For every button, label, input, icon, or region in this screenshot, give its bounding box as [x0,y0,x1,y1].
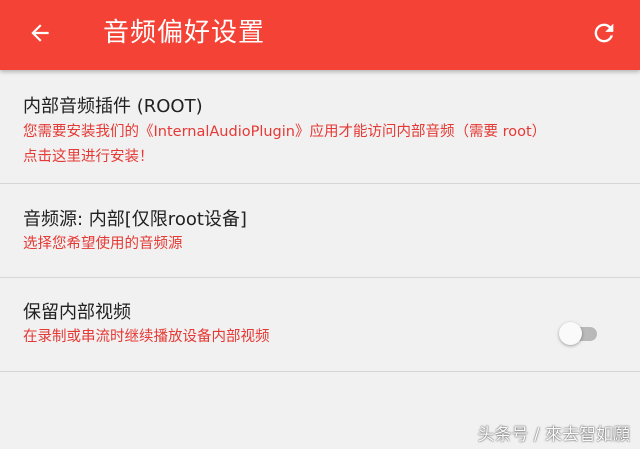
refresh-icon [590,19,618,51]
pref-title: 音频源: 内部[仅限root设备] [23,209,247,230]
pref-summary-line: 选择您希望使用的音频源 [23,236,183,252]
watermark-text: 头条号 / 來去智如願 [477,425,630,445]
pref-title: 保留内部视频 [23,302,131,323]
app-toolbar: 音频偏好设置 [0,0,640,70]
pref-summary-line: 在录制或串流时继续播放设备内部视频 [23,329,270,345]
pref-title: 内部音频插件 (ROOT) [23,96,203,117]
preferences-list: 内部音频插件 (ROOT) 您需要安装我们的《InternalAudioPlug… [0,70,640,372]
pref-summary-line: 点击这里进行安装！ [23,149,154,165]
arrow-left-icon [27,20,53,50]
switch-thumb [559,322,582,345]
pref-keep-internal-video[interactable]: 保留内部视频 在录制或串流时继续播放设备内部视频 [0,278,640,372]
pref-summary-line: 您需要安装我们的《InternalAudioPlugin》应用才能访问内部音频（… [23,124,547,140]
page-title: 音频偏好设置 [103,18,266,48]
pref-internal-audio-plugin[interactable]: 内部音频插件 (ROOT) 您需要安装我们的《InternalAudioPlug… [0,70,640,184]
refresh-button[interactable] [586,17,622,53]
keep-internal-video-switch[interactable] [559,320,600,346]
back-button[interactable] [22,17,58,53]
pref-audio-source[interactable]: 音频源: 内部[仅限root设备] 选择您希望使用的音频源 [0,184,640,278]
